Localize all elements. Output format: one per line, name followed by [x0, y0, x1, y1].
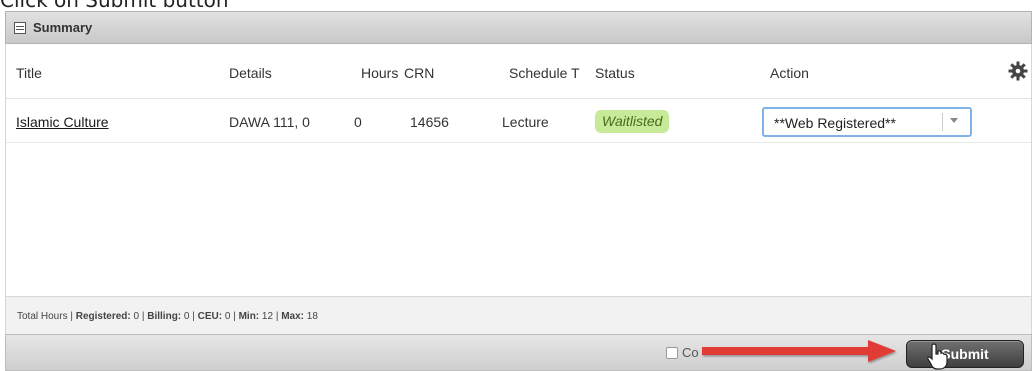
total-hours-bar: Total Hours | Registered: 0 | Billing: 0…	[5, 296, 1032, 334]
column-hours[interactable]: Hours	[361, 65, 398, 81]
submit-button[interactable]: Submit	[906, 340, 1024, 368]
column-details[interactable]: Details	[229, 65, 272, 81]
instruction-caption: Click on Submit button	[0, 0, 1032, 11]
panel-header: Summary	[5, 11, 1032, 44]
totals-prefix: Total Hours |	[17, 311, 76, 322]
column-status[interactable]: Status	[595, 65, 635, 81]
billing-label: Billing:	[147, 311, 182, 322]
conditional-label: Co	[682, 345, 699, 360]
course-schedule-type: Lecture	[502, 114, 549, 130]
status-badge: Waitlisted	[595, 110, 670, 133]
column-title[interactable]: Title	[16, 65, 42, 81]
hand-cursor-icon	[927, 343, 948, 370]
ceu-label: CEU:	[197, 311, 223, 322]
registered-value: 0 |	[130, 311, 148, 322]
action-select-value: **Web Registered**	[774, 115, 896, 131]
table-header: Title Details Hours CRN Schedule T Statu…	[6, 44, 1031, 99]
course-hours: 0	[354, 114, 362, 130]
column-crn[interactable]: CRN	[404, 65, 434, 81]
column-action[interactable]: Action	[770, 65, 809, 81]
course-details: DAWA 111, 0	[229, 114, 310, 130]
summary-panel: Summary Title Details Hours CRN Schedule…	[5, 11, 1032, 371]
red-arrow-annotation	[702, 340, 896, 362]
ceu-value: 0 |	[222, 311, 239, 322]
course-title-link[interactable]: Islamic Culture	[16, 114, 109, 130]
min-value: 12 |	[259, 311, 282, 322]
chevron-down-icon[interactable]	[950, 118, 958, 123]
select-divider	[942, 113, 943, 131]
panel-title: Summary	[33, 20, 93, 35]
gear-icon[interactable]	[1008, 61, 1028, 81]
billing-value: 0 |	[181, 311, 198, 322]
action-select[interactable]: **Web Registered**	[762, 107, 972, 137]
table-row: Islamic Culture DAWA 111, 0 0 14656 Lect…	[6, 99, 1031, 143]
column-schedule-type[interactable]: Schedule T	[509, 65, 580, 81]
max-value: 18	[304, 311, 318, 322]
conditional-checkbox[interactable]	[666, 347, 678, 359]
max-label: Max:	[281, 311, 304, 322]
registered-label: Registered:	[75, 311, 131, 322]
summary-table: Title Details Hours CRN Schedule T Statu…	[5, 44, 1032, 296]
summary-icon	[14, 21, 26, 34]
min-label: Min:	[238, 311, 260, 322]
course-crn: 14656	[410, 114, 449, 130]
